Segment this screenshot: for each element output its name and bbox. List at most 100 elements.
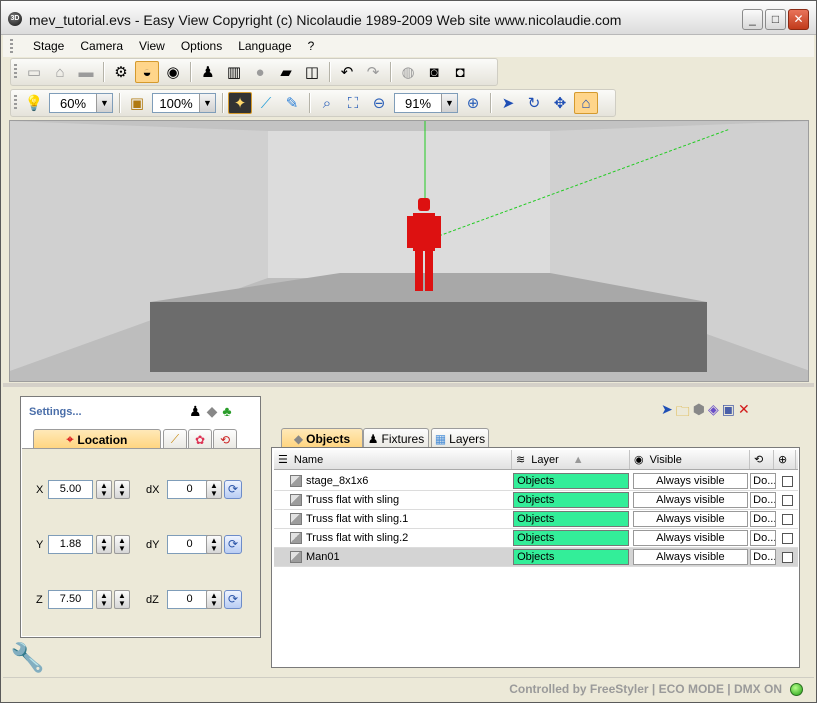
3d-viewport[interactable] bbox=[9, 120, 809, 382]
chevron-down-icon[interactable]: ▼ bbox=[199, 94, 215, 112]
bulb-icon[interactable]: 💡 bbox=[22, 92, 46, 114]
table-row[interactable]: Truss flat with sling Objects Always visib… bbox=[274, 491, 798, 510]
scale-level-select[interactable]: 100% ▼ bbox=[152, 93, 216, 113]
table-row[interactable]: Man01 Objects Always visible Do... bbox=[274, 548, 798, 567]
chevron-down-icon[interactable]: ▼ bbox=[441, 94, 457, 112]
toolbar-grip[interactable] bbox=[14, 64, 17, 80]
dx-spin[interactable]: ▲ ▼ bbox=[206, 480, 222, 499]
row-visible[interactable]: Always visible bbox=[632, 530, 749, 546]
y-spin-down[interactable]: ▲ ▼ bbox=[96, 535, 112, 554]
x-input[interactable]: 5.00 bbox=[48, 480, 93, 499]
maximize-button[interactable]: □ bbox=[765, 9, 786, 30]
tab-size[interactable]: ⟋ bbox=[163, 429, 187, 449]
zoom-in-icon[interactable]: ⊕ bbox=[461, 92, 485, 114]
tab-layers[interactable]: ▦ Layers bbox=[431, 428, 489, 448]
object-icon[interactable]: ⬢ bbox=[693, 401, 705, 425]
light-level-select[interactable]: 60% ▼ bbox=[49, 93, 113, 113]
menu-stage[interactable]: Stage bbox=[25, 39, 72, 53]
laser-icon[interactable]: ⟋ bbox=[254, 92, 278, 114]
row-checkbox[interactable] bbox=[782, 532, 794, 544]
dz-spin[interactable]: ▲ ▼ bbox=[206, 590, 222, 609]
row-layer[interactable]: Objects bbox=[513, 492, 629, 508]
new-icon[interactable]: ▭ bbox=[22, 61, 46, 83]
fixture-icon[interactable]: ♟ bbox=[196, 61, 220, 83]
column-visible[interactable]: ◉ Visible bbox=[630, 450, 750, 469]
row-extra[interactable]: Do... bbox=[750, 473, 777, 489]
apply-dy-button[interactable]: ⟳ bbox=[224, 535, 242, 554]
row-layer[interactable]: Objects bbox=[513, 473, 629, 489]
tab-rotation[interactable]: ⟲ bbox=[213, 429, 237, 449]
camera-icon[interactable]: ◙ bbox=[422, 61, 446, 83]
select-arrow-icon[interactable]: ➤ bbox=[661, 401, 673, 425]
row-layer[interactable]: Objects bbox=[513, 530, 629, 546]
row-name[interactable]: Man01 bbox=[274, 548, 511, 566]
new-folder-icon[interactable]: 🗀 bbox=[676, 401, 690, 425]
app-icon[interactable]: 3D bbox=[8, 12, 22, 26]
row-checkbox[interactable] bbox=[782, 494, 794, 506]
chevron-down-icon[interactable]: ▼ bbox=[96, 94, 112, 112]
record-icon[interactable]: ● bbox=[248, 61, 272, 83]
z-input[interactable]: 7.50 bbox=[48, 590, 93, 609]
row-visible[interactable]: Always visible bbox=[632, 492, 749, 508]
eye-icon[interactable]: ◉ bbox=[161, 61, 185, 83]
column-target[interactable]: ⊕ bbox=[774, 450, 796, 469]
snapshot-icon[interactable]: ◍ bbox=[396, 61, 420, 83]
move-icon[interactable]: ✥ bbox=[548, 92, 572, 114]
menu-grip[interactable] bbox=[10, 39, 13, 53]
zoom-out-icon[interactable]: ⊖ bbox=[367, 92, 391, 114]
tab-fixtures[interactable]: ♟ Fixtures bbox=[363, 428, 429, 448]
delete-icon[interactable]: ✕ bbox=[738, 401, 750, 425]
menu-help[interactable]: ? bbox=[300, 39, 323, 53]
box3d-icon[interactable]: ◫ bbox=[300, 61, 324, 83]
zoom-fit-icon[interactable]: ⛶ bbox=[341, 92, 365, 114]
row-checkbox[interactable] bbox=[782, 513, 794, 525]
redo-icon[interactable]: ↷ bbox=[361, 61, 385, 83]
zoom-icon[interactable]: ⌕ bbox=[315, 92, 339, 114]
beam-icon[interactable]: ✦ bbox=[228, 92, 252, 114]
zoom-level-select[interactable]: 91% ▼ bbox=[394, 93, 458, 113]
y-input[interactable]: 1.88 bbox=[48, 535, 93, 554]
row-name[interactable]: Truss flat with sling bbox=[274, 491, 511, 509]
group-icon[interactable]: ♣ bbox=[222, 403, 231, 420]
row-visible[interactable]: Always visible bbox=[632, 511, 749, 527]
menu-language[interactable]: Language bbox=[230, 39, 299, 53]
dy-spin[interactable]: ▲ ▼ bbox=[206, 535, 222, 554]
menu-view[interactable]: View bbox=[131, 39, 173, 53]
close-button[interactable]: ✕ bbox=[788, 9, 809, 30]
row-layer[interactable]: Objects bbox=[513, 511, 629, 527]
row-name[interactable]: stage_8x1x6 bbox=[274, 472, 511, 490]
tab-color[interactable]: ✿ bbox=[188, 429, 212, 449]
x-spin-down[interactable]: ▲ ▼ bbox=[96, 480, 112, 499]
row-extra[interactable]: Do... bbox=[750, 530, 777, 546]
row-visible[interactable]: Always visible bbox=[632, 473, 749, 489]
splitter[interactable] bbox=[3, 383, 814, 387]
table-row[interactable]: stage_8x1x6 Objects Always visible Do... bbox=[274, 472, 798, 491]
x-spin-up[interactable]: ▲ ▼ bbox=[114, 480, 130, 499]
rotate-icon[interactable]: ↻ bbox=[522, 92, 546, 114]
minimize-button[interactable]: _ bbox=[742, 9, 763, 30]
z-spin-up[interactable]: ▲ ▼ bbox=[114, 590, 130, 609]
row-name[interactable]: Truss flat with sling.2 bbox=[274, 529, 511, 547]
video-icon[interactable]: ◘ bbox=[448, 61, 472, 83]
console-icon[interactable]: ▰ bbox=[274, 61, 298, 83]
menu-camera[interactable]: Camera bbox=[72, 39, 131, 53]
3d-scene[interactable] bbox=[10, 121, 809, 382]
cube-icon[interactable]: ◆ bbox=[207, 403, 218, 420]
save-icon[interactable]: ▬ bbox=[74, 61, 98, 83]
row-extra[interactable]: Do... bbox=[750, 511, 777, 527]
wrench-icon[interactable]: ⚙ bbox=[109, 61, 133, 83]
menu-options[interactable]: Options bbox=[173, 39, 230, 53]
apply-dx-button[interactable]: ⟳ bbox=[224, 480, 242, 499]
settings-title[interactable]: Settings... bbox=[29, 406, 82, 418]
column-refresh[interactable]: ⟲ bbox=[750, 450, 774, 469]
table-row[interactable]: Truss flat with sling.2 Objects Always vis… bbox=[274, 529, 798, 548]
home-view-icon[interactable]: ⌂ bbox=[574, 92, 598, 114]
column-layer[interactable]: ≋ Layer ▲ bbox=[512, 450, 630, 469]
row-visible[interactable]: Always visible bbox=[632, 549, 749, 565]
row-extra[interactable]: Do... bbox=[750, 549, 777, 565]
tab-objects[interactable]: ◆ Objects bbox=[281, 428, 363, 448]
spotlight-icon[interactable]: ◒ bbox=[135, 61, 159, 83]
toolbar-grip[interactable] bbox=[14, 95, 17, 111]
dmx-icon[interactable]: ▥ bbox=[222, 61, 246, 83]
open-icon[interactable]: ⌂ bbox=[48, 61, 72, 83]
